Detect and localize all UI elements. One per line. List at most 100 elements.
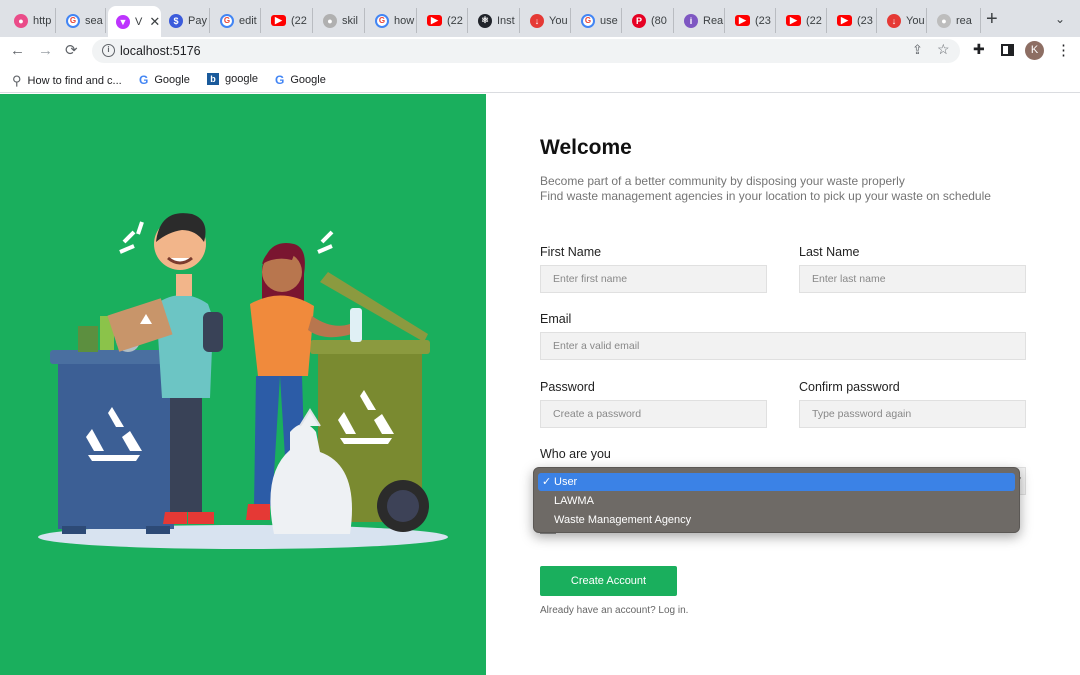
tab-label: sea [85, 14, 103, 27]
role-option-agency[interactable]: Waste Management Agency [538, 511, 1015, 529]
subtitle-line-1: Become part of a better community by dis… [540, 174, 905, 188]
reload-icon[interactable]: ⟳ [65, 41, 78, 61]
bookmark-item[interactable]: ⚲ How to find and c... [12, 73, 122, 89]
browser-tab[interactable]: P (80 [624, 8, 674, 33]
role-option-lawma[interactable]: LAWMA [538, 492, 1015, 510]
new-tab-button[interactable]: + [986, 9, 998, 29]
tab-label: (23 [857, 14, 873, 27]
dribbble-icon: ● [14, 13, 28, 28]
vite-icon: ▼ [116, 14, 130, 29]
browser-tab[interactable]: i Rea [676, 8, 725, 33]
tab-label: skil [342, 14, 358, 27]
email-input[interactable] [540, 332, 1026, 360]
youtube-icon: ▶ [837, 15, 852, 26]
tab-strip: ● http Gsea ▼ V ✕ $ Pay Gedit ▶ (22 ● skil Ghow ▶ (22 ⚛ I… [0, 0, 1080, 37]
tab-label: V [135, 15, 143, 28]
profile-avatar[interactable]: K [1025, 41, 1044, 60]
bookmark-item[interactable]: b google [207, 73, 258, 85]
youtube-icon: ▶ [735, 15, 750, 26]
address-bar[interactable]: i localhost:5176 ⇪ ☆ [92, 39, 960, 63]
tab-label: (23 [755, 14, 771, 27]
browser-tab[interactable]: $ Pay [161, 8, 210, 33]
google-icon: G [581, 13, 595, 28]
bookmark-label: How to find and c... [27, 75, 122, 87]
browser-tab[interactable]: ↓ You [879, 8, 927, 33]
browser-tab[interactable]: ▶ (23 [727, 8, 776, 33]
browser-tab[interactable]: ▶ (22 [778, 8, 827, 33]
extensions-puzzle-icon[interactable]: ✚ [973, 41, 985, 58]
info-icon: i [684, 13, 698, 28]
github-icon: ● [323, 13, 337, 28]
tab-label: (22 [447, 14, 463, 27]
browser-tab[interactable]: ↓ You [522, 8, 571, 33]
browser-toolbar: ← → ⟳ i localhost:5176 ⇪ ☆ [0, 37, 1080, 66]
youtube-icon: ▶ [786, 15, 801, 26]
download-icon: ↓ [887, 13, 901, 28]
payment-icon: $ [169, 13, 183, 28]
last-name-input[interactable] [799, 265, 1026, 293]
create-account-button[interactable]: Create Account [540, 566, 677, 596]
illustration-panel [0, 94, 486, 675]
download-icon: ↓ [530, 13, 544, 28]
bookmark-label: Google [154, 74, 190, 86]
browser-tab[interactable]: ⚛ Inst [470, 8, 520, 33]
search-icon: ⚲ [12, 73, 22, 88]
login-link[interactable]: Already have an account? Log in. [540, 605, 688, 616]
browser-tab[interactable]: ▼ V ✕ [108, 6, 161, 37]
password-label: Password [540, 380, 595, 394]
bing-icon: b [207, 73, 219, 85]
bookmark-item[interactable]: G Google [139, 73, 190, 87]
tab-label: edit [239, 14, 257, 27]
google-icon: G [139, 73, 149, 87]
password-input[interactable] [540, 400, 767, 428]
first-name-input[interactable] [540, 265, 767, 293]
checkmark-icon: ✓ [542, 476, 552, 488]
google-icon: G [275, 73, 285, 87]
react-icon: ⚛ [478, 13, 492, 28]
first-name-label: First Name [540, 245, 602, 259]
bookmark-item[interactable]: G Google [275, 73, 326, 87]
bookmark-star-icon[interactable]: ☆ [937, 41, 950, 58]
tab-label: (22 [291, 14, 307, 27]
tab-label: (22 [806, 14, 822, 27]
role-label: Who are you [540, 447, 611, 461]
recycling-illustration [38, 213, 448, 549]
browser-tab[interactable]: Gsea [58, 8, 106, 33]
forward-arrow-icon[interactable]: → [38, 41, 53, 61]
tab-label: You [549, 14, 568, 27]
browser-tab[interactable]: ▶ (22 [263, 8, 313, 33]
browser-tab[interactable]: Guse [573, 8, 622, 33]
youtube-icon: ▶ [271, 15, 286, 26]
browser-tab[interactable]: ● http [6, 8, 56, 33]
tab-label: rea [956, 14, 972, 27]
share-icon[interactable]: ⇪ [912, 42, 923, 58]
confirm-password-label: Confirm password [799, 380, 900, 394]
bookmark-label: Google [290, 74, 326, 86]
browser-tab[interactable]: ● skil [315, 8, 365, 33]
google-icon: G [66, 13, 80, 28]
browser-menu-icon[interactable]: ⋮ [1056, 41, 1071, 59]
youtube-icon: ▶ [427, 15, 442, 26]
tab-search-chevron-icon[interactable]: ⌄ [1055, 12, 1065, 26]
bookmark-label: google [225, 73, 259, 85]
email-label: Email [540, 312, 572, 326]
browser-tab[interactable]: ● rea [929, 8, 981, 33]
tab-label: (80 [651, 14, 667, 27]
tab-label: Pay [188, 14, 207, 27]
confirm-password-input[interactable] [799, 400, 1026, 428]
google-icon: G [220, 13, 234, 28]
browser-tab[interactable]: Ghow [367, 8, 417, 33]
site-info-icon[interactable]: i [102, 44, 115, 57]
side-panel-icon[interactable] [1001, 44, 1014, 56]
role-option-user[interactable]: ✓ User [538, 473, 1015, 491]
tab-label: Inst [497, 14, 515, 27]
browser-tab[interactable]: Gedit [212, 8, 261, 33]
browser-tab[interactable]: ▶ (23 [829, 8, 877, 33]
option-label: LAWMA [554, 495, 594, 507]
subtitle-line-2: Find waste management agencies in your l… [540, 189, 991, 203]
role-dropdown-menu: ✓ User LAWMA Waste Management Agency [533, 467, 1020, 533]
back-arrow-icon[interactable]: ← [10, 41, 25, 61]
bookmarks-bar: ⚲ How to find and c... G Google b google… [0, 66, 1080, 93]
browser-tab[interactable]: ▶ (22 [419, 8, 468, 33]
close-icon[interactable]: ✕ [149, 14, 160, 30]
